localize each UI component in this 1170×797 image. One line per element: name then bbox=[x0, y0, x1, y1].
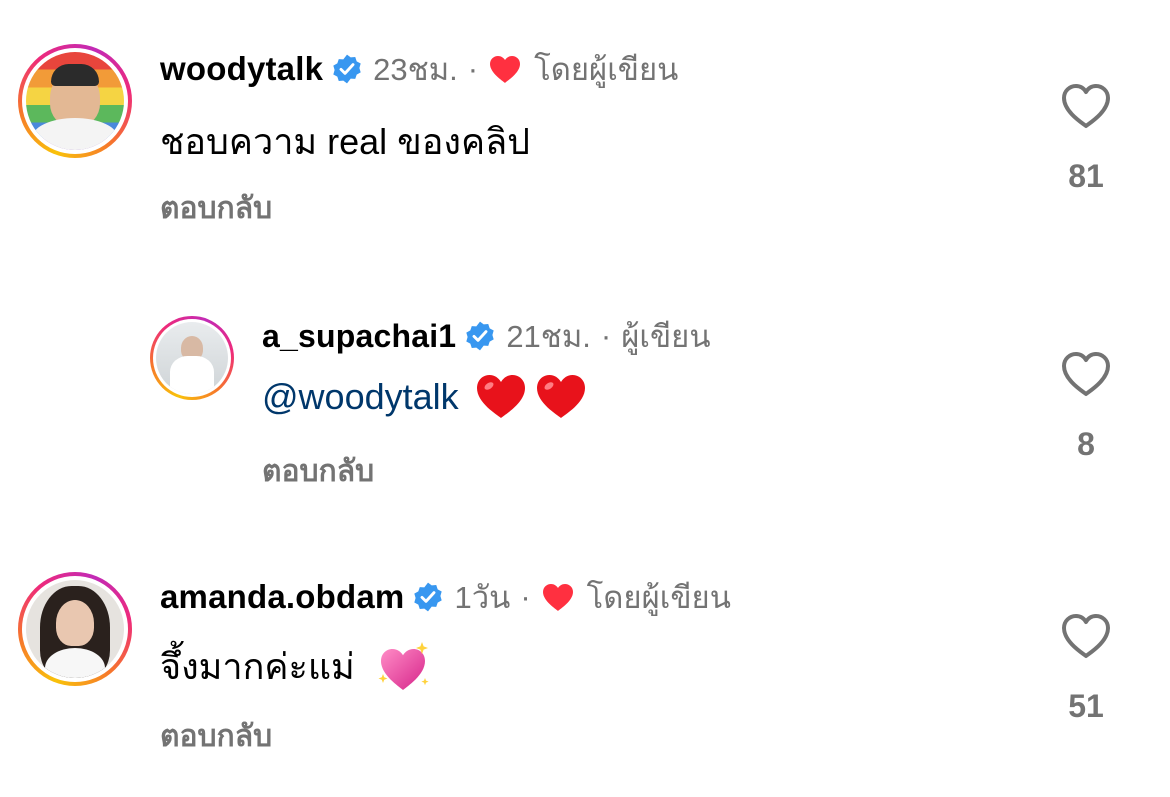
avatar-photo-icon bbox=[156, 322, 228, 394]
comment-text: ชอบความ real ของคลิป bbox=[160, 121, 530, 162]
liked-by-author-heart-icon bbox=[542, 584, 573, 611]
avatar[interactable] bbox=[18, 572, 132, 686]
comment-username[interactable]: amanda.obdam bbox=[160, 578, 404, 616]
like-count: 81 bbox=[1068, 158, 1104, 194]
red-heart-icon bbox=[536, 375, 585, 418]
comment-time: 21ชม. bbox=[506, 319, 591, 354]
sparkling-heart-icon bbox=[378, 641, 429, 690]
comment-item: amanda.obdam 1วัน · โดยผู้เขียน จึ้งมากค… bbox=[0, 530, 1170, 797]
like-count: 8 bbox=[1077, 426, 1095, 462]
like-control: 8 bbox=[1048, 350, 1124, 463]
author-label: ผู้เขียน bbox=[621, 319, 711, 354]
avatar-rainbow-icon bbox=[26, 52, 124, 150]
liked-by-author-heart-icon bbox=[490, 56, 521, 83]
red-heart-icon bbox=[476, 375, 525, 418]
comment-text-body: จึ้งมากค่ะแม่ bbox=[160, 646, 355, 687]
comment-username[interactable]: woodytalk bbox=[160, 50, 323, 88]
separator-dot: · bbox=[467, 51, 479, 86]
comment-text: @woodytalk bbox=[262, 373, 587, 421]
separator-dot: · bbox=[520, 579, 531, 614]
comment-username[interactable]: a_supachai1 bbox=[262, 318, 456, 355]
like-control: 51 bbox=[1048, 612, 1124, 725]
verified-badge-icon bbox=[333, 54, 361, 84]
mention-link[interactable]: @woodytalk bbox=[262, 376, 459, 418]
liked-by-author-label: โดยผู้เขียน bbox=[586, 580, 731, 615]
heart-outline-icon[interactable] bbox=[1060, 82, 1112, 130]
liked-by-author-label: โดยผู้เขียน bbox=[534, 52, 679, 87]
heart-outline-icon[interactable] bbox=[1060, 612, 1112, 660]
verified-badge-icon bbox=[466, 321, 494, 351]
avatar[interactable] bbox=[150, 316, 234, 400]
comment-time: 1วัน bbox=[454, 580, 511, 615]
separator-dot: · bbox=[600, 318, 612, 353]
comment-text: จึ้งมากค่ะแม่ bbox=[160, 638, 431, 695]
comment-reply-item: a_supachai1 21ชม. · ผู้เขียน @woodytalk … bbox=[0, 268, 1170, 523]
avatar[interactable] bbox=[18, 44, 132, 158]
like-count: 51 bbox=[1068, 688, 1104, 724]
reply-button[interactable]: ตอบกลับ bbox=[160, 185, 272, 232]
heart-outline-icon[interactable] bbox=[1060, 350, 1112, 398]
comment-time: 23ชม. bbox=[373, 52, 458, 87]
reply-button[interactable]: ตอบกลับ bbox=[262, 448, 374, 495]
reply-button[interactable]: ตอบกลับ bbox=[160, 713, 272, 760]
comment-item: woodytalk 23ชม. · โดยผู้เขียน ชอบความ re… bbox=[0, 0, 1170, 260]
like-control: 81 bbox=[1048, 82, 1124, 195]
avatar-photo-icon bbox=[26, 580, 124, 678]
verified-badge-icon bbox=[414, 582, 443, 612]
